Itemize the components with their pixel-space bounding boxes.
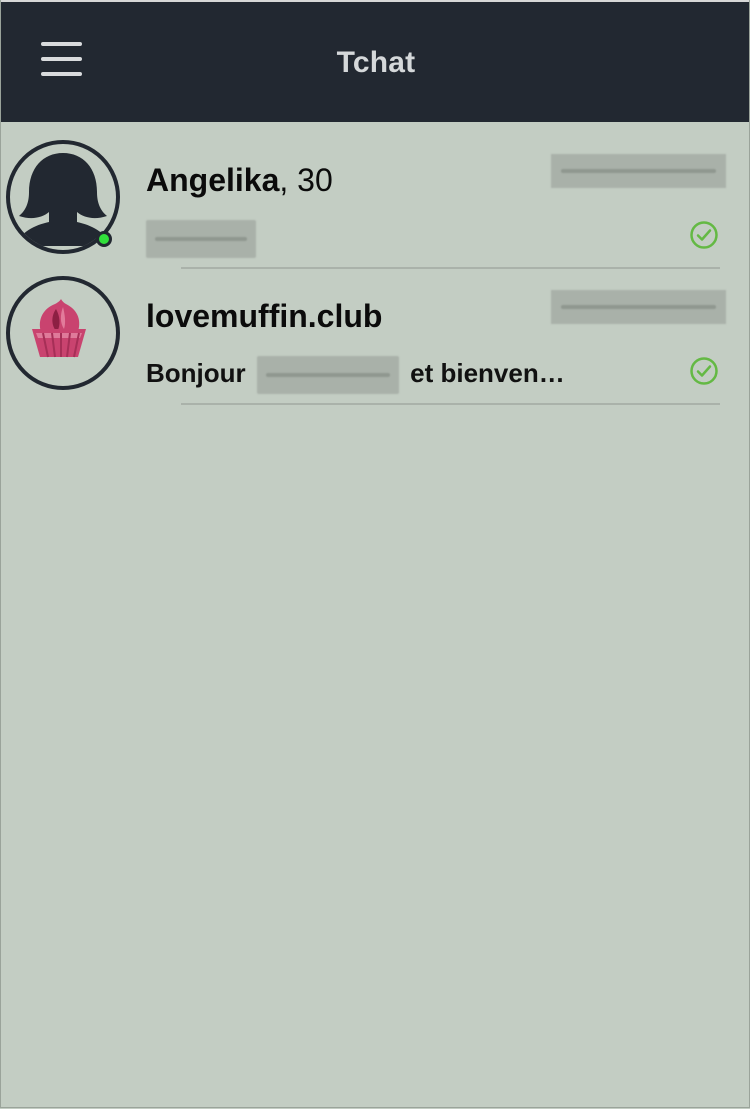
- conversation-name-line: Angelika, 30: [146, 162, 333, 199]
- row-separator: [181, 267, 720, 269]
- conversation-row-angelika[interactable]: Angelika, 30: [1, 138, 749, 274]
- conversation-row-lovemuffin[interactable]: lovemuffin.club Bonjour et bienven…: [1, 274, 749, 410]
- contact-age: , 30: [279, 162, 333, 198]
- redacted-date: [551, 154, 726, 188]
- page-title: Tchat: [336, 46, 416, 79]
- check-circle-icon: [690, 221, 718, 249]
- preview-start-text: Bonjour: [146, 357, 246, 388]
- contact-name: lovemuffin.club: [146, 298, 383, 334]
- preview-end-text: et bienven…: [410, 357, 565, 388]
- message-preview: Bonjour et bienven…: [146, 356, 565, 394]
- avatar[interactable]: [6, 276, 120, 390]
- avatar[interactable]: [6, 140, 120, 254]
- message-preview: [146, 220, 256, 258]
- conversation-name-line: lovemuffin.club: [146, 298, 382, 335]
- redacted-username: [256, 356, 399, 394]
- redacted-preview-text: [146, 220, 256, 258]
- app-header: Tchat: [1, 0, 749, 122]
- lovemuffin-logo-icon: [32, 299, 86, 358]
- contact-name: Angelika: [146, 162, 280, 198]
- redacted-date: [551, 290, 726, 324]
- row-separator: [181, 403, 720, 405]
- chat-screen: Tchat Angelika, 30 lovemuffin.club Bonjo…: [0, 0, 750, 1108]
- check-circle-icon: [690, 357, 718, 385]
- online-status-dot: [96, 231, 112, 247]
- lovemuffin-avatar: [6, 276, 120, 390]
